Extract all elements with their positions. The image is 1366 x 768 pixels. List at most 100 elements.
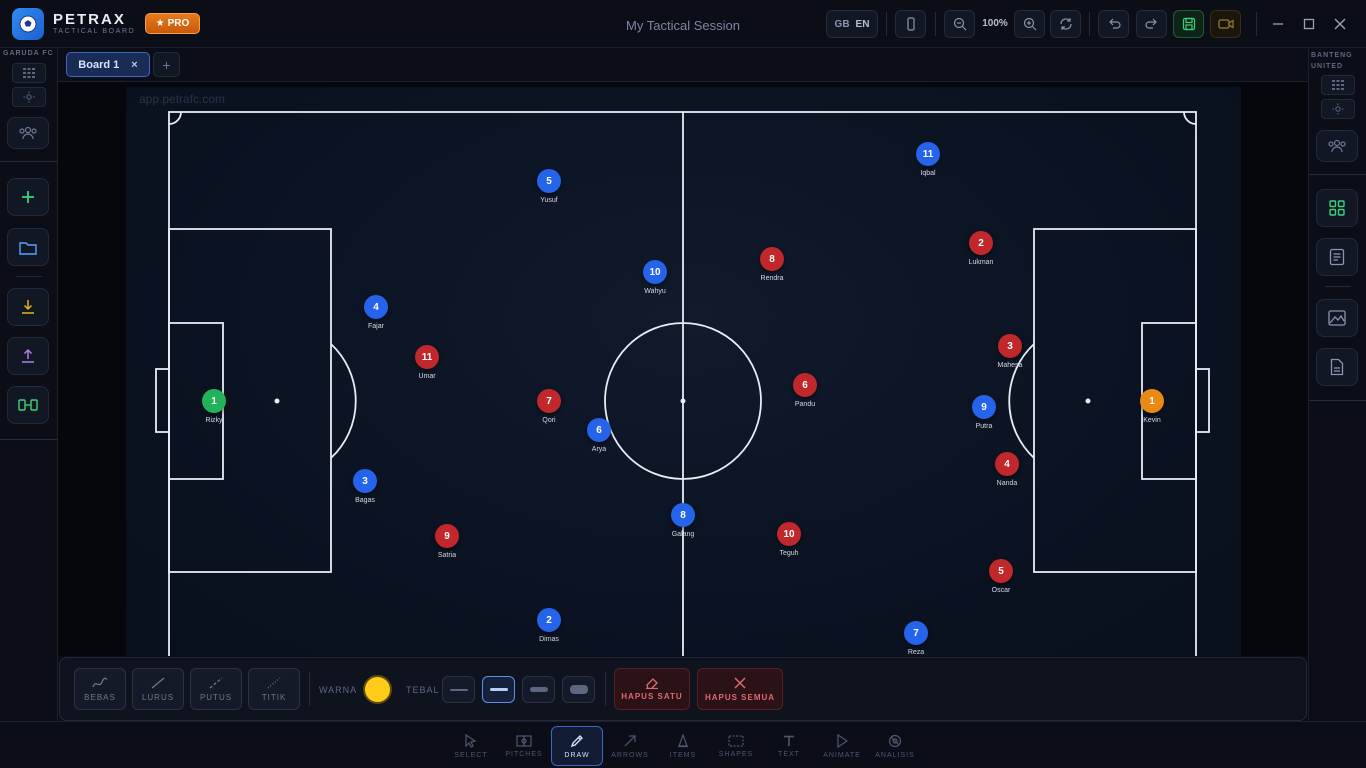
- player-token-blue[interactable]: 7: [904, 621, 928, 645]
- nav-select[interactable]: SELECT: [445, 726, 497, 766]
- away-players-button[interactable]: [1316, 130, 1358, 162]
- nav-text[interactable]: TEXT: [763, 726, 815, 766]
- away-team-name: BANTENG UNITED: [1311, 52, 1353, 70]
- divider: [1325, 286, 1351, 287]
- player-name: Fajar: [368, 323, 384, 330]
- record-button[interactable]: [1210, 10, 1241, 38]
- delete-one-label: HAPUS SATU: [621, 692, 683, 701]
- away-color-button[interactable]: [1321, 99, 1355, 119]
- divider: [1089, 12, 1090, 36]
- player-token-red[interactable]: 4: [995, 452, 1019, 476]
- pitch-icon: [516, 734, 532, 747]
- document-button[interactable]: [1316, 348, 1358, 386]
- nav-draw[interactable]: DRAW: [551, 726, 603, 766]
- player-token-red[interactable]: 9: [435, 524, 459, 548]
- image-button[interactable]: [1316, 299, 1358, 337]
- thickness-medium-button[interactable]: [482, 676, 515, 703]
- player-name: Rizky: [205, 417, 223, 424]
- delete-all-button[interactable]: HAPUS SEMUA: [697, 668, 783, 710]
- goalkeeper-token-home[interactable]: 1: [202, 389, 226, 413]
- minimize-button[interactable]: [1268, 14, 1288, 34]
- player-token-blue[interactable]: 4: [364, 295, 388, 319]
- thickness-thin-button[interactable]: [442, 676, 475, 703]
- nav-shapes[interactable]: SHAPES: [710, 726, 762, 766]
- zoom-in-button[interactable]: [1014, 10, 1045, 38]
- player-token-blue[interactable]: 3: [353, 469, 377, 493]
- nav-label: PITCHES: [505, 750, 543, 758]
- logo-ball-icon: [12, 8, 44, 40]
- undo-button[interactable]: [1098, 10, 1129, 38]
- player-token-red[interactable]: 3: [998, 334, 1022, 358]
- player-token-red[interactable]: 6: [793, 373, 817, 397]
- team-users-icon: [1328, 139, 1346, 153]
- player-token-red[interactable]: 7: [537, 389, 561, 413]
- nav-label: ARROWS: [611, 751, 649, 759]
- notes-button[interactable]: [1316, 238, 1358, 276]
- download-icon: [22, 300, 34, 314]
- upload-button[interactable]: [7, 337, 49, 375]
- nav-arrows[interactable]: ARROWS: [604, 726, 656, 766]
- football-pitch[interactable]: app.petrafc.com 5 Yusuf 11 Iqbal 10 Wahy…: [126, 87, 1241, 656]
- thickness-extra-thick-button[interactable]: [562, 676, 595, 703]
- home-color-button[interactable]: [12, 87, 46, 107]
- redo-button[interactable]: [1136, 10, 1167, 38]
- player-token-blue[interactable]: 2: [537, 608, 561, 632]
- close-window-button[interactable]: [1330, 14, 1350, 34]
- player-token-red[interactable]: 10: [777, 522, 801, 546]
- language-toggle[interactable]: GB EN: [826, 10, 878, 38]
- home-formation-button[interactable]: [12, 63, 46, 83]
- compare-button[interactable]: [7, 386, 49, 424]
- nav-analysis[interactable]: ANALISIS: [869, 726, 921, 766]
- tool-label: BEBAS: [84, 692, 116, 702]
- player-token-blue[interactable]: 8: [671, 503, 695, 527]
- save-button[interactable]: [1173, 10, 1204, 38]
- orientation-button[interactable]: [895, 10, 926, 38]
- board-canvas[interactable]: app.petrafc.com 5 Yusuf 11 Iqbal 10 Wahy…: [58, 82, 1308, 656]
- player-token-blue[interactable]: 9: [972, 395, 996, 419]
- tab-close-icon[interactable]: ×: [131, 59, 137, 71]
- freehand-tool-button[interactable]: BEBAS: [74, 668, 126, 710]
- player-token-red[interactable]: 11: [415, 345, 439, 369]
- straight-line-tool-button[interactable]: LURUS: [132, 668, 184, 710]
- player-token-red[interactable]: 2: [969, 231, 993, 255]
- goalkeeper-token-away[interactable]: 1: [1140, 389, 1164, 413]
- divider: [605, 672, 606, 706]
- upload-icon: [22, 348, 34, 363]
- play-icon: [837, 733, 848, 748]
- zoom-out-button[interactable]: [944, 10, 975, 38]
- undo-icon: [1108, 18, 1121, 29]
- player-token-blue[interactable]: 11: [916, 142, 940, 166]
- reset-view-button[interactable]: [1050, 10, 1081, 38]
- tab-board-1[interactable]: Board 1 ×: [66, 52, 150, 77]
- player-token-red[interactable]: 8: [760, 247, 784, 271]
- document-icon: [1330, 358, 1344, 376]
- pro-badge[interactable]: ★ PRO: [145, 13, 200, 34]
- open-folder-button[interactable]: [7, 228, 49, 266]
- session-title[interactable]: My Tactical Session: [600, 18, 766, 33]
- add-button[interactable]: [7, 178, 49, 216]
- add-tab-button[interactable]: +: [153, 52, 180, 77]
- player-token-blue[interactable]: 6: [587, 418, 611, 442]
- pitch-markings: [155, 111, 1210, 656]
- divider: [309, 672, 310, 706]
- left-sidebar: GARUDA FC: [0, 48, 58, 720]
- dashed-line-tool-button[interactable]: PUTUS: [190, 668, 242, 710]
- home-players-button[interactable]: [7, 117, 49, 149]
- plus-icon: [22, 191, 34, 203]
- color-picker-swatch[interactable]: [363, 675, 392, 704]
- maximize-button[interactable]: [1299, 14, 1319, 34]
- delete-one-button[interactable]: HAPUS SATU: [614, 668, 690, 710]
- board-tabs-bar: Board 1 × +: [58, 48, 1308, 82]
- download-button[interactable]: [7, 288, 49, 326]
- nav-items[interactable]: ITEMS: [657, 726, 709, 766]
- layouts-button[interactable]: [1316, 189, 1358, 227]
- player-token-blue[interactable]: 10: [643, 260, 667, 284]
- dotted-line-tool-button[interactable]: TITIK: [248, 668, 300, 710]
- away-formation-button[interactable]: [1321, 75, 1355, 95]
- player-token-blue[interactable]: 5: [537, 169, 561, 193]
- maximize-icon: [1303, 18, 1315, 30]
- player-token-red[interactable]: 5: [989, 559, 1013, 583]
- nav-animate[interactable]: ANIMATE: [816, 726, 868, 766]
- nav-pitches[interactable]: PITCHES: [498, 726, 550, 766]
- thickness-thick-button[interactable]: [522, 676, 555, 703]
